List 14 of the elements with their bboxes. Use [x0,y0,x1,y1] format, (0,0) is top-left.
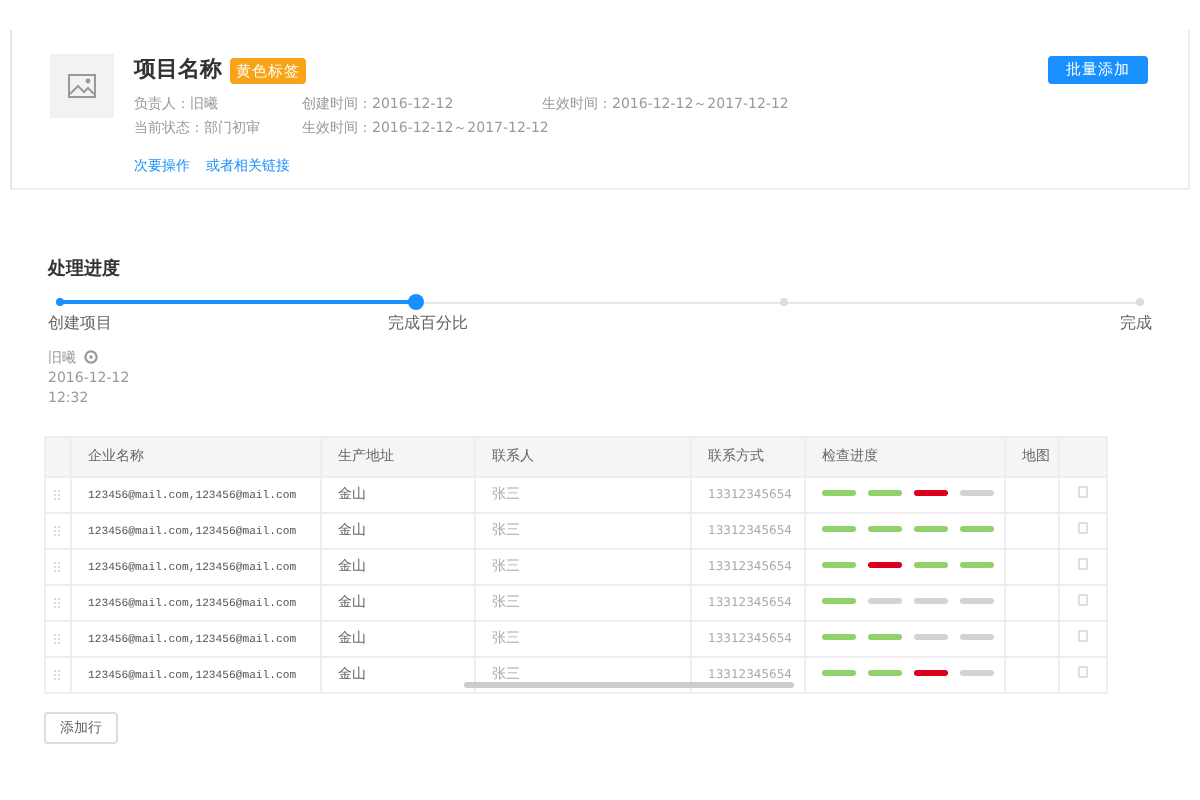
checkbox-icon[interactable] [1078,629,1088,642]
checkbox-icon[interactable] [1078,665,1088,678]
step-label: 完成百分比 [388,311,469,335]
section-title: 处理进度 [48,258,122,284]
checkbox-icon[interactable] [1078,593,1088,606]
checkbox-icon[interactable] [1078,485,1088,498]
clock-icon [84,350,98,364]
project-title: 项目名称 [134,54,222,86]
checkbox-icon[interactable] [1078,521,1088,534]
checkbox-icon[interactable] [1078,557,1088,570]
step-label: 完成 [1120,311,1152,335]
scrollbar-thumb[interactable] [464,681,794,687]
image-placeholder-icon [50,54,114,118]
step-label: 创建项目 [48,311,112,335]
